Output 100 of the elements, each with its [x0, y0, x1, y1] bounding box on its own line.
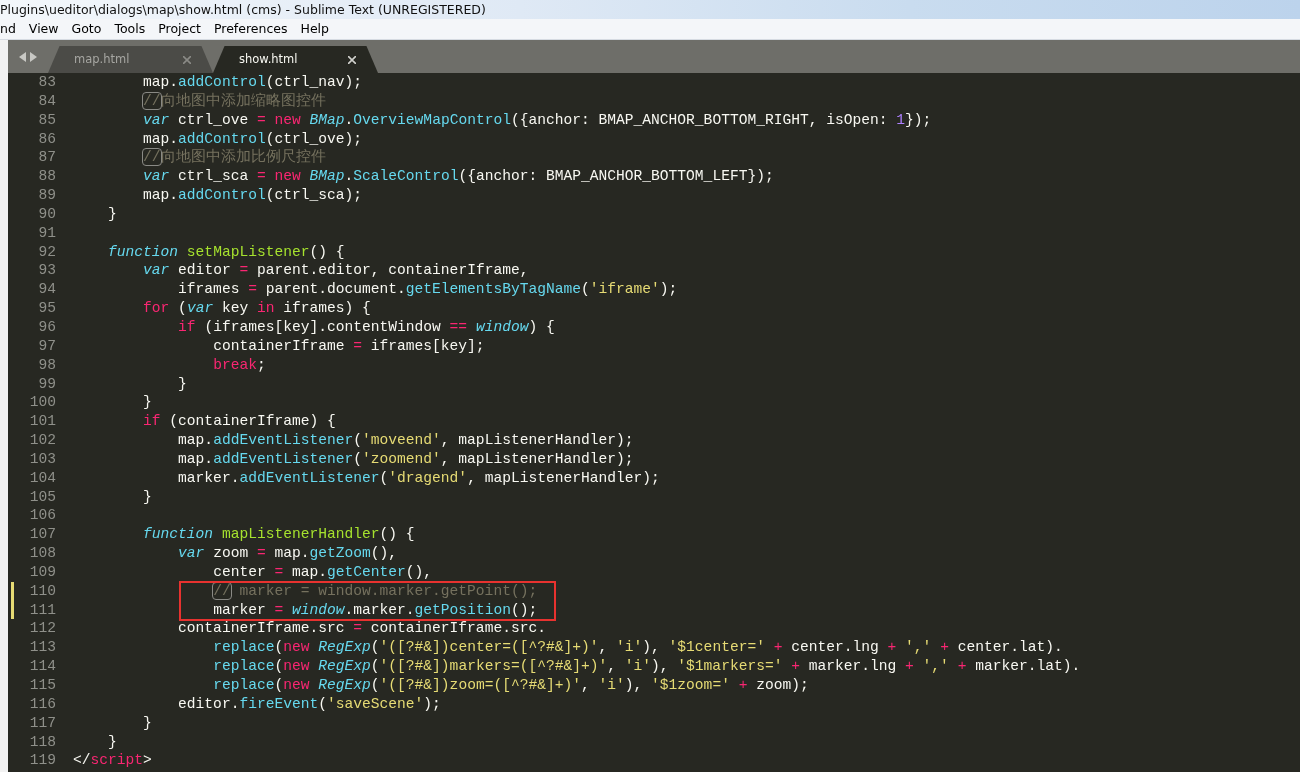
menu-item[interactable]: Preferences	[214, 21, 288, 36]
line-number: 103	[29, 449, 56, 469]
code-token: 向地图中添加比例尺控件	[160, 149, 326, 166]
line-number: 89	[38, 186, 56, 205]
code-token: =	[353, 337, 362, 354]
code-token: RegExp	[318, 658, 371, 675]
close-icon[interactable]	[348, 55, 356, 64]
line-number: 84	[38, 91, 56, 111]
code-token: center.lat).	[957, 639, 1063, 656]
tab-label: map.html	[74, 50, 130, 68]
code-token: center.lng	[791, 639, 880, 656]
line-number: 87	[38, 148, 56, 168]
code-token: window	[291, 601, 345, 618]
code-token: '$1zoom='	[651, 677, 730, 693]
code-token: +	[905, 658, 914, 675]
code-token: (),	[405, 563, 433, 580]
line-number: 111	[29, 600, 56, 620]
code-token: ctrl_ove	[178, 111, 250, 128]
code-token: (	[274, 677, 284, 693]
code-token: var	[178, 545, 205, 562]
code-token: 'dragend'	[388, 469, 468, 486]
code-token: map.	[291, 563, 327, 580]
code-token: =	[256, 111, 266, 128]
line-number: 100	[29, 393, 56, 413]
code-token: +	[887, 639, 897, 656]
code-token: 向地图中添加缩略图控件	[160, 92, 326, 109]
code-token: (	[318, 695, 327, 712]
line-number: 107	[29, 525, 56, 545]
code-token: script	[90, 752, 144, 769]
code-token: +	[773, 639, 783, 656]
code-token: center	[213, 563, 267, 580]
code-token: var	[143, 262, 170, 279]
code-token: new	[283, 639, 310, 656]
code-token: marker.lat).	[975, 658, 1081, 675]
code-token: (ctrl_sca);	[265, 187, 362, 204]
code-token: ) {	[528, 318, 555, 335]
line-number: 112	[29, 619, 56, 639]
line-number: 83	[38, 73, 56, 92]
file-tab[interactable]: map.html	[48, 46, 213, 73]
code-token: var	[143, 111, 170, 128]
code-token: RegExp	[318, 677, 371, 693]
code-token: .	[344, 168, 354, 185]
code-token: ,	[607, 658, 618, 675]
code-token: map.	[178, 432, 214, 449]
menu-item[interactable]: Project	[158, 21, 201, 36]
code-token: iframes[key];	[370, 337, 485, 354]
code-token: containerIframe.src	[178, 620, 346, 637]
file-tab[interactable]: show.html	[213, 46, 378, 73]
code-token: =	[248, 281, 257, 298]
code-token: BMap	[309, 111, 345, 128]
code-token: break	[213, 356, 257, 373]
code-token: (	[178, 300, 187, 317]
code-token: getCenter	[327, 563, 406, 580]
menu-item[interactable]: nd	[0, 21, 16, 36]
code-token: (ctrl_ove);	[265, 130, 362, 147]
code-token: RegExp	[318, 639, 371, 656]
code-token: 'zoomend'	[362, 450, 441, 467]
code-token: (	[580, 281, 590, 298]
code-token: );	[423, 695, 441, 712]
menu-item[interactable]: View	[28, 21, 59, 36]
code-token: fireEvent	[239, 695, 319, 712]
code-token: );	[659, 281, 678, 298]
code-token: '$1center='	[668, 639, 765, 656]
right-arrow-icon[interactable]	[30, 51, 37, 62]
code-token: BMap	[309, 168, 345, 185]
code-token: }	[178, 375, 187, 392]
code-token: key	[221, 300, 250, 317]
code-token: =	[274, 601, 284, 618]
left-arrow-icon[interactable]	[19, 51, 26, 62]
code-token: containerIframe.src.	[370, 620, 546, 637]
code-token: , mapListenerHandler);	[467, 469, 660, 486]
line-number: 97	[38, 336, 56, 356]
code-token: zoom);	[756, 677, 809, 693]
line-number: 94	[38, 280, 56, 300]
menu-item[interactable]: Help	[300, 21, 330, 36]
code-token: (	[379, 469, 389, 486]
code-token: parent.document.	[265, 281, 406, 298]
code-token: (	[274, 658, 284, 675]
line-number: 104	[29, 468, 56, 488]
code-token: 'i'	[598, 677, 625, 693]
menu-item[interactable]: Goto	[71, 21, 102, 36]
line-number: 99	[38, 374, 56, 394]
window-title: Plugins\ueditor\dialogs\map\show.html (cms) - Sublime Text (UNREGISTERED)	[0, 2, 486, 17]
code-token: (iframes[key].contentWindow	[204, 318, 442, 335]
code-token: new	[283, 658, 310, 675]
tab-label: show.html	[239, 50, 298, 68]
code-token: ({anchor: BMAP_ANCHOR_BOTTOM_RIGHT, isOpen:	[510, 111, 889, 128]
code-token: 'saveScene'	[327, 695, 424, 712]
code-token: .	[344, 111, 354, 128]
code-token: function	[108, 243, 179, 260]
code-token: OverviewMapControl	[353, 111, 511, 128]
code-token: }	[108, 205, 117, 222]
code-token: containerIframe	[213, 337, 346, 354]
code-token: ),	[651, 658, 670, 675]
code-token: 'i'	[624, 658, 652, 675]
menu-item[interactable]: Tools	[114, 21, 146, 36]
line-number: 101	[29, 412, 56, 432]
line-number: 85	[38, 110, 56, 130]
code-token: '([?#&])center=([^?#&]+)'	[379, 639, 599, 656]
code-token: replace	[213, 677, 275, 693]
